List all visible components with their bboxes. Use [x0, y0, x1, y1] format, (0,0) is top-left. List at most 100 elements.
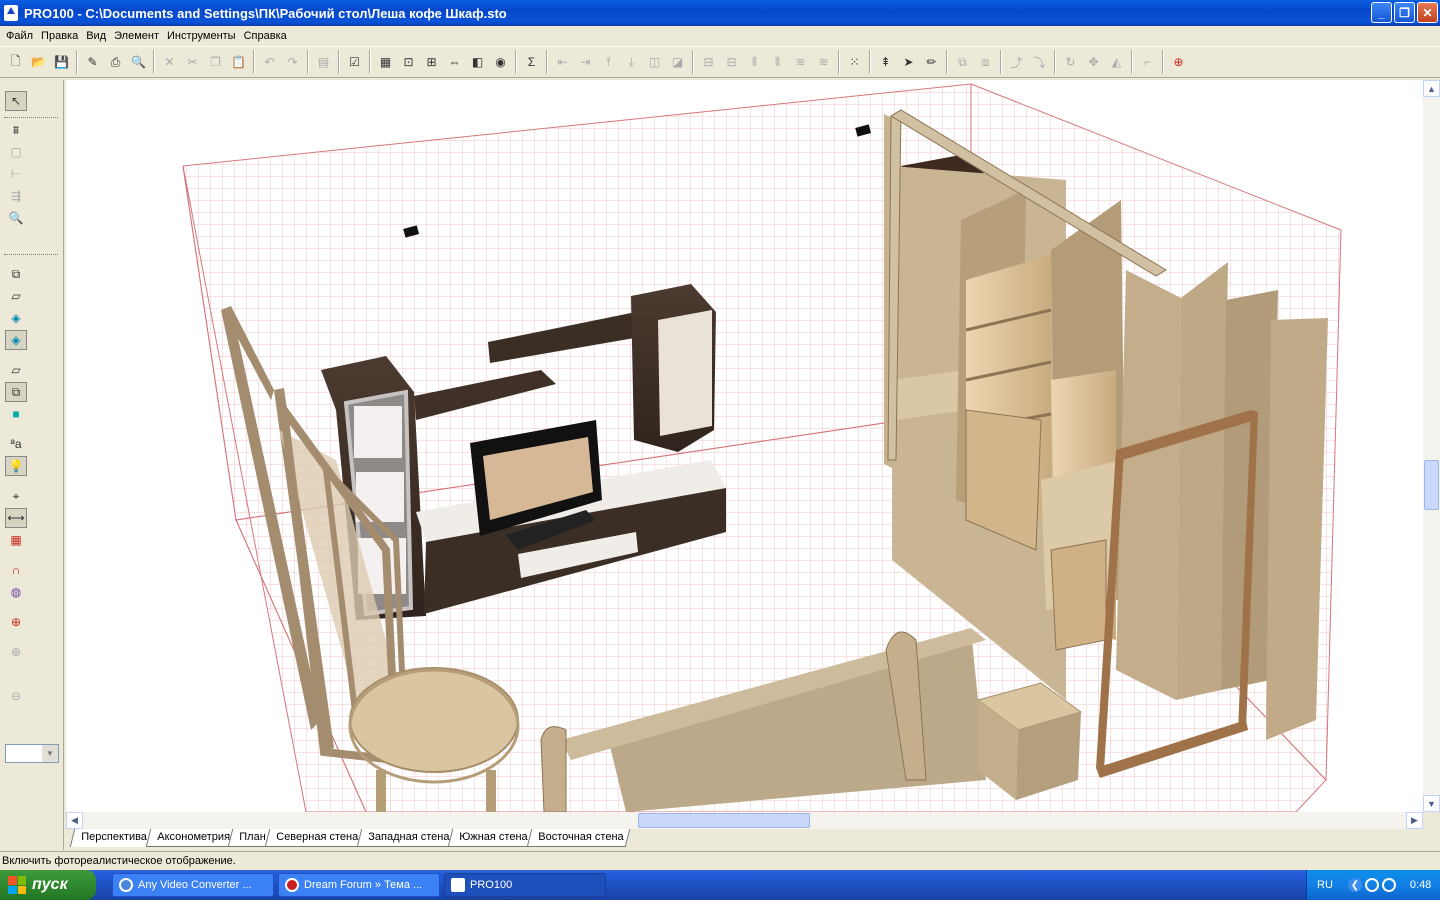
distribute-6-icon[interactable]: ≋: [812, 51, 835, 74]
pointer-icon[interactable]: ↖: [5, 91, 27, 111]
align-front-icon[interactable]: ◫: [643, 51, 666, 74]
light-icon[interactable]: 💡: [5, 456, 27, 476]
new-file-icon[interactable]: 🗋: [4, 51, 27, 74]
taskbar-item-pro100[interactable]: PRO100: [444, 873, 606, 897]
lower-icon[interactable]: ⤵: [1028, 51, 1051, 74]
zoom-combo[interactable]: ▼: [5, 744, 59, 763]
chart-icon[interactable]: ⌐: [1136, 51, 1159, 74]
target-icon[interactable]: ⊕: [1167, 51, 1190, 74]
move-icon[interactable]: ➤: [897, 51, 920, 74]
open-folder-icon[interactable]: 📂: [27, 51, 50, 74]
target-tool-icon[interactable]: ⊕: [5, 612, 27, 632]
menu-view[interactable]: Вид: [82, 30, 110, 42]
cube6-icon[interactable]: ⧉: [5, 382, 27, 402]
cube7-icon[interactable]: ■: [5, 404, 27, 424]
text-icon[interactable]: ªa: [5, 434, 27, 454]
vertical-scrollbar[interactable]: ▲ ▼: [1423, 80, 1440, 812]
distribute-3-icon[interactable]: ⫴: [743, 51, 766, 74]
tab-east-wall[interactable]: Восточная стена: [526, 829, 631, 847]
grid-icon[interactable]: ▦: [5, 530, 27, 550]
ungroup-icon[interactable]: ⧈: [974, 51, 997, 74]
restore-button[interactable]: ❐: [1394, 2, 1415, 23]
cube2-icon[interactable]: ▱: [5, 286, 27, 306]
scroll-down-icon[interactable]: ▼: [1423, 795, 1440, 812]
tab-west-wall[interactable]: Западная стена: [356, 829, 457, 847]
undo-icon[interactable]: ↶: [258, 51, 281, 74]
menu-edit[interactable]: Правка: [37, 30, 82, 42]
menu-file[interactable]: Файл: [2, 30, 37, 42]
scissors-icon[interactable]: ✂: [181, 51, 204, 74]
cube5-icon[interactable]: ▱: [5, 360, 27, 380]
checklist-icon[interactable]: ☑: [343, 51, 366, 74]
distribute-1-icon[interactable]: ⊟: [697, 51, 720, 74]
sum-icon[interactable]: Σ: [520, 51, 543, 74]
scene-canvas[interactable]: [66, 80, 1423, 812]
distribute-2-icon[interactable]: ⊟: [720, 51, 743, 74]
raise-icon[interactable]: ⤴: [1005, 51, 1028, 74]
menu-element[interactable]: Элемент: [110, 30, 163, 42]
magnet-icon[interactable]: ∩: [5, 560, 27, 580]
view-fit-icon[interactable]: ⊞: [420, 51, 443, 74]
globe-icon[interactable]: ◍: [5, 582, 27, 602]
minimize-button[interactable]: _: [1371, 2, 1392, 23]
redo-icon[interactable]: ↷: [281, 51, 304, 74]
tray-app-icon[interactable]: [1364, 878, 1379, 892]
print-icon[interactable]: ⎙: [104, 51, 127, 74]
scroll-left-icon[interactable]: ◀: [66, 812, 83, 829]
scroll-up-icon[interactable]: ▲: [1423, 80, 1440, 97]
tab-south-wall[interactable]: Южная стена: [447, 829, 535, 847]
pencil-icon[interactable]: ✏: [920, 51, 943, 74]
horizontal-scroll-thumb[interactable]: [638, 813, 810, 828]
print-preview-icon[interactable]: 🔍: [127, 51, 150, 74]
copy-icon[interactable]: ❐: [204, 51, 227, 74]
align-back-icon[interactable]: ◪: [666, 51, 689, 74]
properties-icon[interactable]: ✎: [81, 51, 104, 74]
align-left-icon[interactable]: ⇤: [551, 51, 574, 74]
view-width-icon[interactable]: ⇔: [443, 51, 466, 74]
zoom-tool-icon[interactable]: 🔍: [5, 208, 27, 228]
taskbar-item-video-converter[interactable]: Any Video Converter ...: [112, 873, 274, 897]
tray-arrow-icon[interactable]: ❮: [1347, 878, 1362, 892]
align-top-icon[interactable]: ⤒: [597, 51, 620, 74]
perspective-viewport[interactable]: [66, 80, 1423, 812]
vertical-scroll-thumb[interactable]: [1424, 460, 1439, 510]
move-all-icon[interactable]: ✥: [1082, 51, 1105, 74]
scroll-right-icon[interactable]: ▶: [1406, 812, 1423, 829]
view-render-icon[interactable]: ◧: [466, 51, 489, 74]
tab-axonometry[interactable]: Аксонометрия: [145, 829, 237, 847]
measure-icon[interactable]: ⊢: [5, 164, 27, 184]
select-box-icon[interactable]: ▢: [5, 142, 27, 162]
zoom-in-icon[interactable]: ⊕: [5, 642, 27, 662]
cut-wall-icon[interactable]: ⩩: [5, 120, 27, 140]
grid-select-icon[interactable]: ⁙: [843, 51, 866, 74]
distribute-4-icon[interactable]: ⫴: [766, 51, 789, 74]
tab-north-wall[interactable]: Северная стена: [264, 829, 366, 847]
paste-icon[interactable]: 📋: [227, 51, 250, 74]
align-bottom-icon[interactable]: ⤓: [620, 51, 643, 74]
move-up-icon[interactable]: ⇞: [874, 51, 897, 74]
view-photo-icon[interactable]: ◉: [489, 51, 512, 74]
horizontal-scrollbar[interactable]: ◀ ▶: [66, 812, 1423, 829]
group-icon[interactable]: ⧉: [951, 51, 974, 74]
library-icon[interactable]: ▤: [312, 51, 335, 74]
menu-tools[interactable]: Инструменты: [163, 30, 240, 42]
language-indicator[interactable]: RU: [1317, 879, 1333, 891]
view-front-icon[interactable]: ▦: [374, 51, 397, 74]
tab-perspective[interactable]: Перспектива: [69, 829, 154, 847]
dimension-icon[interactable]: ⟷: [5, 508, 27, 528]
cube1-icon[interactable]: ⧉: [5, 264, 27, 284]
menu-help[interactable]: Справка: [240, 30, 291, 42]
clock[interactable]: 0:48: [1410, 879, 1431, 891]
save-icon[interactable]: 💾: [50, 51, 73, 74]
chevron-down-icon[interactable]: ▼: [42, 745, 58, 762]
zoom-out-icon[interactable]: ⊖: [5, 686, 27, 706]
cube4-icon[interactable]: ◈: [5, 330, 27, 350]
cube3-icon[interactable]: ◈: [5, 308, 27, 328]
rotate-icon[interactable]: ↻: [1059, 51, 1082, 74]
view-zoom-icon[interactable]: ⊡: [397, 51, 420, 74]
mirror-icon[interactable]: ◭: [1105, 51, 1128, 74]
distribute-5-icon[interactable]: ≋: [789, 51, 812, 74]
align-tool-icon[interactable]: ⇶: [5, 186, 27, 206]
grid-tool-icon[interactable]: ⌖: [5, 486, 27, 506]
tray-app-icon-2[interactable]: [1381, 878, 1396, 892]
